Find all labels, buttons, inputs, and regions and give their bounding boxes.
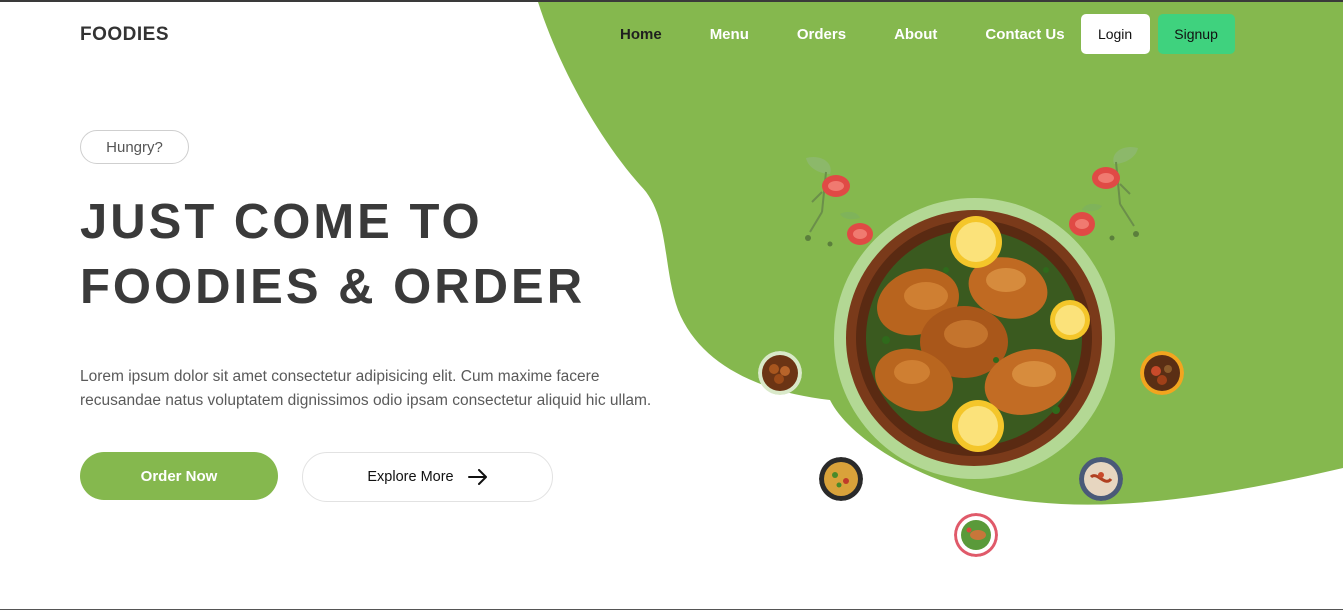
headline-line-1: JUST COME TO xyxy=(80,195,483,249)
brand-logo[interactable]: FOODIES xyxy=(80,24,169,46)
hero-description: Lorem ipsum dolor sit amet consectetur a… xyxy=(80,368,652,409)
main-nav: Home Menu Orders About Contact Us Login … xyxy=(620,14,1235,54)
dish-thumbnail-4[interactable] xyxy=(1079,457,1123,501)
order-now-button[interactable]: Order Now xyxy=(80,452,278,500)
roast-chicken-plate-image xyxy=(846,210,1102,466)
hungry-badge: Hungry? xyxy=(80,130,189,164)
top-border xyxy=(0,0,1343,2)
arrow-right-icon xyxy=(467,469,488,485)
signup-button[interactable]: Signup xyxy=(1157,14,1235,54)
dish-thumbnail-1[interactable] xyxy=(758,351,802,395)
dish-thumbnail-2[interactable] xyxy=(1140,351,1184,395)
nav-orders[interactable]: Orders xyxy=(797,26,846,43)
dish-thumbnail-3[interactable] xyxy=(819,457,863,501)
headline-line-2: FOODIES & ORDER xyxy=(80,260,586,314)
hero-headline: JUST COME TO FOODIES & ORDER xyxy=(80,190,640,320)
nav-about[interactable]: About xyxy=(894,26,937,43)
nav-menu[interactable]: Menu xyxy=(710,26,749,43)
explore-more-label: Explore More xyxy=(367,469,454,485)
login-button[interactable]: Login xyxy=(1080,14,1150,54)
explore-more-button[interactable]: Explore More xyxy=(302,452,553,502)
nav-contact[interactable]: Contact Us xyxy=(985,26,1064,43)
dish-thumbnail-5[interactable] xyxy=(954,513,998,557)
nav-home[interactable]: Home xyxy=(620,26,662,43)
